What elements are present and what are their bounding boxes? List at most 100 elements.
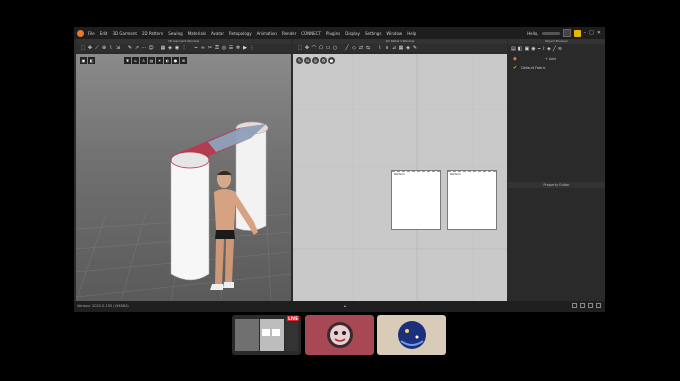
brush-icon[interactable]: ✎	[127, 45, 133, 51]
dart-icon[interactable]: ◇	[351, 45, 357, 51]
menu-retopology[interactable]: Retopology	[229, 31, 252, 36]
texture-2d-icon[interactable]: ▦	[398, 45, 404, 51]
menu-window[interactable]: Window	[386, 31, 402, 36]
circle-icon[interactable]: ○	[332, 45, 338, 51]
avatar-tool-icon[interactable]: ☺	[148, 45, 154, 51]
stitch-tab-icon[interactable]: ╱	[553, 46, 556, 52]
zipper-icon[interactable]: ⫶	[181, 45, 187, 51]
menu-plugins[interactable]: Plugins	[326, 31, 340, 36]
texture-icon[interactable]: ▦	[160, 45, 166, 51]
status-version: Version: 2025.0.155 (r56584)	[77, 304, 129, 308]
thumbnail-screen-share[interactable]: LIVE	[232, 315, 301, 355]
blue-avatar-icon	[398, 321, 426, 349]
graphic-icon[interactable]: ◈	[167, 45, 173, 51]
viewport-2d[interactable]: ✎ ⊙ ◎ ⚙ ● Pattern Pattern	[293, 54, 507, 301]
menu-3d-garment[interactable]: 3D Garment	[112, 31, 136, 36]
graphic-2d-icon[interactable]: ◈	[405, 45, 411, 51]
pattern-piece-right[interactable]: Pattern	[447, 170, 497, 230]
status-center-icon[interactable]: ▴	[344, 303, 346, 308]
button-tool-icon[interactable]: ◉	[174, 45, 180, 51]
segment-sewing-icon[interactable]: ⇄	[358, 45, 364, 51]
object-browser-panel: Object Browser ▤ ◧ ▣ ◉ ┅ ⌇ ◈ ╱ ≋ ◆ + Add…	[508, 39, 605, 301]
fabric-name: Default Fabric	[521, 65, 546, 70]
scene-tab-icon[interactable]: ▤	[511, 46, 516, 52]
edit-pattern-icon[interactable]: ✥	[304, 45, 310, 51]
toolbar-2d: ⬚ ✥ ⌒ ⬠ ▭ ○ ╱ ◇ ⇄ ⇆ ⌇ ∨ ⊿ ▦ ◈ ✎	[293, 44, 507, 52]
thumbnail-avatar-blue[interactable]	[377, 315, 446, 355]
menu-2d-pattern[interactable]: 2D Pattern	[142, 31, 163, 36]
puckering-icon[interactable]: ≈	[200, 45, 206, 51]
thumbnail-avatar-red[interactable]	[305, 315, 374, 355]
tape-icon[interactable]: ⌇	[108, 45, 114, 51]
status-icons	[572, 303, 601, 308]
polygon-icon[interactable]: ⬠	[318, 45, 324, 51]
layer-icon[interactable]: ☰	[228, 45, 234, 51]
cylinder-front	[170, 155, 210, 281]
lock-icon[interactable]: ⚿	[214, 45, 220, 51]
menu-edit[interactable]: Edit	[100, 31, 108, 36]
menu-sewing[interactable]: Sewing	[168, 31, 182, 36]
fullscreen-icon[interactable]	[596, 303, 601, 308]
pin-icon[interactable]: ⊕	[101, 45, 107, 51]
account-icon[interactable]	[562, 29, 571, 37]
sewing-icon[interactable]: ⋯	[141, 45, 147, 51]
cylinder-front-top	[170, 151, 210, 169]
menu-help[interactable]: Help	[407, 31, 416, 36]
screen-share-preview-icon	[235, 319, 298, 351]
freeze-icon[interactable]: ❄	[235, 45, 241, 51]
transform-pattern-icon[interactable]: ⬚	[297, 45, 303, 51]
close-icon[interactable]: ✕	[597, 30, 601, 36]
stretch-icon[interactable]: ⇲	[115, 45, 121, 51]
button-tab-icon[interactable]: ▣	[524, 46, 529, 52]
menu-avatar[interactable]: Avatar	[211, 31, 224, 36]
menu-file[interactable]: File	[88, 31, 95, 36]
viewport-3d[interactable]: ▣ ◧ ♜ ⌂ ♙ ▤ ☀ ◐ ● ⊞	[76, 54, 291, 301]
select-mesh-icon[interactable]: ⬚	[80, 45, 86, 51]
fabric-list-item[interactable]: ✔ Default Fabric	[508, 63, 605, 72]
layout-icon[interactable]	[572, 303, 577, 308]
grid-toggle-icon[interactable]	[580, 303, 585, 308]
menu-display[interactable]: Display	[345, 31, 360, 36]
trace-icon[interactable]: ✎	[412, 45, 418, 51]
menu-animation[interactable]: Animation	[257, 31, 277, 36]
menu-materials[interactable]: Materials	[188, 31, 206, 36]
fold-arrange-icon[interactable]: ⌇	[377, 45, 383, 51]
minimize-icon[interactable]: –	[584, 30, 587, 36]
pattern-piece-left[interactable]: Pattern	[391, 170, 441, 230]
split-view-icon[interactable]	[588, 303, 593, 308]
more-tools-icon[interactable]: ⋮	[249, 45, 255, 51]
trim-icon[interactable]: ✂	[207, 45, 213, 51]
buttonhole-tab-icon[interactable]: ◉	[531, 46, 535, 52]
measure-icon[interactable]: ↗	[134, 45, 140, 51]
topstitch-tab-icon[interactable]: ┅	[538, 46, 541, 52]
fold-icon[interactable]: ⟋	[94, 45, 100, 51]
maximize-icon[interactable]: □	[589, 30, 594, 36]
simulation-icon[interactable]: ▶	[242, 45, 248, 51]
stream-thumbnail-strip: LIVE	[0, 315, 680, 355]
topstitch-icon[interactable]: ┅	[193, 45, 199, 51]
rectangle-icon[interactable]: ▭	[325, 45, 331, 51]
scene-3d	[76, 121, 291, 301]
menu-right-area: Hello, – □ ✕	[527, 29, 601, 37]
menu-render[interactable]: Render	[282, 31, 296, 36]
graphic-tab-icon[interactable]: ◈	[547, 46, 551, 52]
grading-icon[interactable]: ⊿	[391, 45, 397, 51]
notch-icon[interactable]: ∨	[384, 45, 390, 51]
premium-icon[interactable]	[573, 29, 581, 37]
toolbar-3d: ⬚ ✥ ⟋ ⊕ ⌇ ⇲ ✎ ↗ ⋯ ☺ ▦ ◈ ◉ ⫶ ┅ ≈ ✂ ⚿ ◎ ☰ …	[76, 44, 291, 52]
free-sewing-icon[interactable]: ⇆	[365, 45, 371, 51]
pleat-tab-icon[interactable]: ≋	[558, 46, 562, 52]
edit-curve-icon[interactable]: ⌒	[311, 45, 317, 52]
menu-connect[interactable]: CONNECT	[301, 31, 321, 36]
check-icon: ✔	[513, 64, 518, 71]
menu-settings[interactable]: Settings	[365, 31, 381, 36]
app-logo-icon[interactable]	[77, 29, 84, 37]
trim-tab-icon[interactable]: ⌇	[543, 46, 545, 52]
add-fabric-button[interactable]: + Add	[545, 57, 556, 61]
eye-icon[interactable]: ◎	[221, 45, 227, 51]
live-badge: LIVE	[287, 316, 299, 321]
move-icon[interactable]: ✥	[87, 45, 93, 51]
fabric-tab-icon[interactable]: ◧	[518, 46, 523, 52]
internal-line-icon[interactable]: ╱	[344, 45, 350, 51]
user-greeting: Hello,	[527, 30, 539, 36]
